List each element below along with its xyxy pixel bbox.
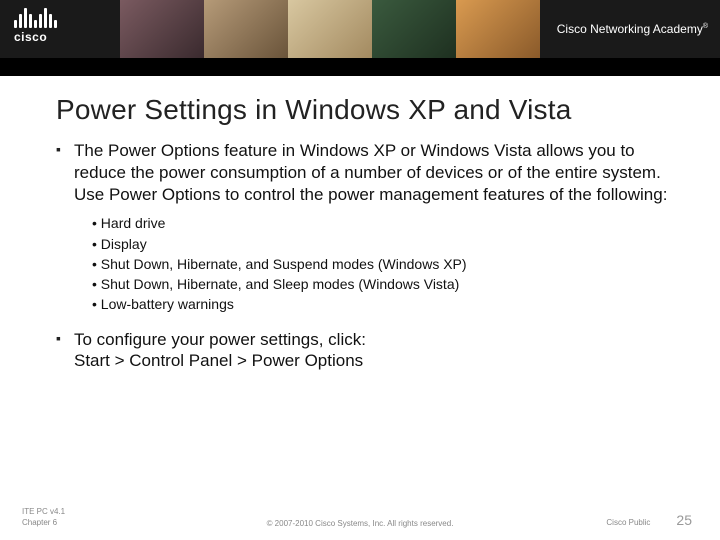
header-photo xyxy=(288,0,372,58)
bullet-item: To configure your power settings, click:… xyxy=(56,329,674,373)
sub-bullet: Hard drive xyxy=(92,213,674,233)
sub-bullet: Low-battery warnings xyxy=(92,294,674,314)
cisco-wordmark: cisco xyxy=(14,30,57,44)
header-divider xyxy=(0,58,720,76)
header-photo-strip xyxy=(120,0,540,58)
header-bar: cisco Cisco Networking Academy® xyxy=(0,0,720,58)
bullet-item: The Power Options feature in Windows XP … xyxy=(56,140,674,205)
sub-bullet-list: Hard drive Display Shut Down, Hibernate,… xyxy=(56,213,674,314)
header-photo xyxy=(456,0,540,58)
config-path: Start > Control Panel > Power Options xyxy=(74,350,674,372)
footer: ITE PC v4.1 Chapter 6 © 2007-2010 Cisco … xyxy=(0,507,720,528)
sub-bullet: Shut Down, Hibernate, and Suspend modes … xyxy=(92,254,674,274)
footer-left: ITE PC v4.1 Chapter 6 xyxy=(22,507,65,528)
cisco-logo: cisco xyxy=(14,6,57,44)
content-area: Power Settings in Windows XP and Vista T… xyxy=(0,76,720,372)
chapter-label: Chapter 6 xyxy=(22,518,65,528)
header-photo xyxy=(372,0,456,58)
sub-bullet: Display xyxy=(92,234,674,254)
cisco-logo-icon xyxy=(14,6,57,28)
classification-label: Cisco Public xyxy=(606,518,650,527)
slide: cisco Cisco Networking Academy® Power Se… xyxy=(0,0,720,540)
bullet-text: The Power Options feature in Windows XP … xyxy=(74,141,667,204)
academy-label: Cisco Networking Academy® xyxy=(557,22,708,36)
header-photo xyxy=(120,0,204,58)
footer-right: Cisco Public 25 xyxy=(606,512,692,528)
academy-text: Cisco Networking Academy xyxy=(557,22,703,36)
bullet-text: To configure your power settings, click: xyxy=(74,330,366,349)
course-code: ITE PC v4.1 xyxy=(22,507,65,517)
trademark-icon: ® xyxy=(703,23,708,30)
page-number: 25 xyxy=(676,512,692,528)
sub-bullet: Shut Down, Hibernate, and Sleep modes (W… xyxy=(92,274,674,294)
copyright: © 2007-2010 Cisco Systems, Inc. All righ… xyxy=(267,519,454,528)
slide-title: Power Settings in Windows XP and Vista xyxy=(56,94,674,126)
header-photo xyxy=(204,0,288,58)
